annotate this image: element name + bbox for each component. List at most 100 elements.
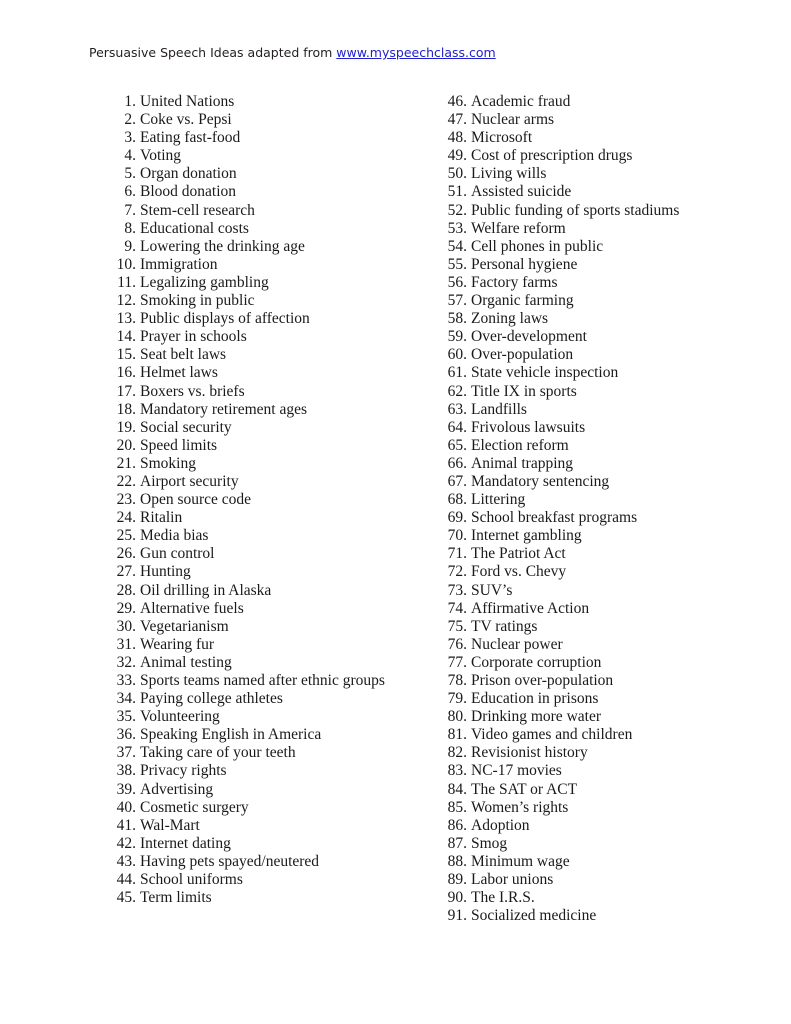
list-item: 30. Vegetarianism xyxy=(114,618,414,636)
list-item-label: School uniforms xyxy=(140,871,243,889)
list-item: 73. SUV’s xyxy=(445,582,765,600)
list-item-number: 42. xyxy=(116,834,136,852)
list-item-number: 27. xyxy=(116,563,136,581)
list-item-label: Wearing fur xyxy=(140,635,215,653)
list-item-number: 64. xyxy=(447,418,467,436)
list-item-label: Gun control xyxy=(140,545,215,563)
list-item-label: School breakfast programs xyxy=(471,509,638,527)
list-item-number: 90. xyxy=(447,889,467,907)
list-item-label: Privacy rights xyxy=(140,762,227,780)
list-item-number: 49. xyxy=(447,147,467,165)
list-item: 67. Mandatory sentencing xyxy=(445,473,765,491)
list-item: 79. Education in prisons xyxy=(445,690,765,708)
list-item: 12. Smoking in public xyxy=(114,292,414,310)
list-item-label: Over-population xyxy=(471,346,574,364)
speech-ideas-list-left: 1. United Nations 2. Coke vs. Pepsi 3. Eating… xyxy=(114,93,414,907)
list-item-label: Open source code xyxy=(140,491,252,509)
list-item-number: 84. xyxy=(447,780,467,798)
list-item: 91. Socialized medicine xyxy=(445,907,765,925)
list-item-number: 82. xyxy=(447,744,467,762)
list-item-number: 75. xyxy=(447,617,467,635)
list-item: 86. Adoption xyxy=(445,817,765,835)
list-item: 65. Election reform xyxy=(445,437,765,455)
myspeechclass-link[interactable]: www.myspeechclass.com xyxy=(336,45,495,60)
list-item-number: 87. xyxy=(447,834,467,852)
list-item: 35. Volunteering xyxy=(114,708,414,726)
list-item: 83. NC-17 movies xyxy=(445,762,765,780)
list-item-label: Volunteering xyxy=(140,708,220,726)
list-item-label: Nuclear power xyxy=(471,635,563,653)
list-item-number: 48. xyxy=(447,129,467,147)
list-item: 10. Immigration xyxy=(114,256,414,274)
list-item: 7. Stem-cell research xyxy=(114,202,414,220)
list-item-label: Speed limits xyxy=(140,436,218,454)
list-item-number: 15. xyxy=(116,346,136,364)
list-item-number: 77. xyxy=(447,653,467,671)
list-item-number: 85. xyxy=(447,798,467,816)
list-item: 70. Internet gambling xyxy=(445,527,765,545)
list-item: 46. Academic fraud xyxy=(445,93,765,111)
list-item-number: 71. xyxy=(447,545,467,563)
list-item-number: 32. xyxy=(116,653,136,671)
list-item: 31. Wearing fur xyxy=(114,636,414,654)
list-item: 29. Alternative fuels xyxy=(114,600,414,618)
list-item: 59. Over-development xyxy=(445,328,765,346)
list-item-label: Airport security xyxy=(140,472,239,490)
list-item-label: Oil drilling in Alaska xyxy=(140,581,272,599)
list-item-number: 3. xyxy=(124,129,136,147)
list-item-number: 45. xyxy=(116,889,136,907)
list-item-number: 83. xyxy=(447,762,467,780)
list-item-number: 55. xyxy=(447,255,467,273)
list-item-label: Video games and children xyxy=(471,726,633,744)
list-item: 28. Oil drilling in Alaska xyxy=(114,582,414,600)
list-item-label: United Nations xyxy=(140,93,235,110)
list-item-label: Women’s rights xyxy=(471,798,569,816)
list-item-label: Vegetarianism xyxy=(140,617,229,635)
list-item-number: 56. xyxy=(447,273,467,291)
list-item: 24. Ritalin xyxy=(114,509,414,527)
list-item: 41. Wal-Mart xyxy=(114,817,414,835)
list-item-label: Frivolous lawsuits xyxy=(471,418,586,436)
list-item: 34. Paying college athletes xyxy=(114,690,414,708)
list-item-number: 51. xyxy=(447,183,467,201)
list-item-number: 66. xyxy=(447,454,467,472)
list-item-label: Ritalin xyxy=(140,509,183,527)
document-header: Persuasive Speech Ideas adapted from www… xyxy=(89,45,496,61)
list-item-label: Coke vs. Pepsi xyxy=(140,111,232,129)
list-item-label: Cosmetic surgery xyxy=(140,798,249,816)
list-item: 57. Organic farming xyxy=(445,292,765,310)
list-item-number: 22. xyxy=(116,472,136,490)
list-item-label: Littering xyxy=(471,491,526,509)
list-item-number: 33. xyxy=(116,672,136,689)
list-item: 14. Prayer in schools xyxy=(114,328,414,346)
list-item-label: Boxers vs. briefs xyxy=(140,382,245,400)
list-item-number: 63. xyxy=(447,400,467,418)
list-item-number: 31. xyxy=(116,635,136,653)
document-page: Persuasive Speech Ideas adapted from www… xyxy=(0,0,791,1024)
list-item-label: Legalizing gambling xyxy=(140,273,269,291)
list-item-number: 47. xyxy=(447,111,467,129)
list-item-number: 6. xyxy=(124,183,136,201)
list-item-label: Educational costs xyxy=(140,219,249,237)
list-item-label: Cost of prescription drugs xyxy=(471,147,633,165)
list-item-label: Mandatory retirement ages xyxy=(140,400,307,418)
list-item-number: 19. xyxy=(116,418,136,436)
list-item-number: 7. xyxy=(124,201,136,219)
list-item: 39. Advertising xyxy=(114,781,414,799)
list-item-label: Assisted suicide xyxy=(471,183,572,201)
list-item-label: Socialized medicine xyxy=(471,907,597,925)
list-item: 88. Minimum wage xyxy=(445,853,765,871)
list-item-number: 39. xyxy=(116,780,136,798)
list-item-label: TV ratings xyxy=(471,617,538,635)
list-item: 8. Educational costs xyxy=(114,220,414,238)
list-item-number: 54. xyxy=(447,237,467,255)
list-item-label: Labor unions xyxy=(471,871,554,889)
list-item: 62. Title IX in sports xyxy=(445,383,765,401)
list-item: 40. Cosmetic surgery xyxy=(114,799,414,817)
list-item: 82. Revisionist history xyxy=(445,744,765,762)
list-item: 80. Drinking more water xyxy=(445,708,765,726)
list-item-label: Media bias xyxy=(140,527,209,545)
list-item-number: 10. xyxy=(116,255,136,273)
list-item-number: 91. xyxy=(447,907,467,925)
list-item: 44. School uniforms xyxy=(114,871,414,889)
